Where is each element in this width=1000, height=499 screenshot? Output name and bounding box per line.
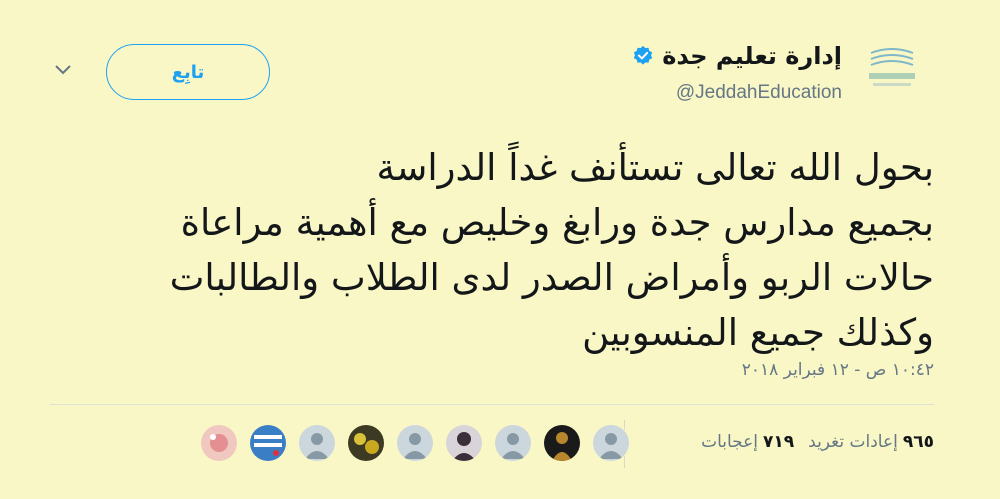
- liker-avatar[interactable]: [298, 424, 336, 462]
- ministry-logo-icon: [869, 48, 915, 86]
- chevron-down-icon[interactable]: [53, 63, 73, 77]
- follow-button[interactable]: تابِع: [106, 44, 270, 100]
- tweet-timestamp[interactable]: ١٠:٤٢ ص - ١٢ فبراير ٢٠١٨: [742, 360, 934, 380]
- author-name[interactable]: إدارة تعليم جدة: [662, 42, 842, 70]
- tweet-text-line: وكذلك جميع المنسوبين: [582, 311, 934, 354]
- user-avatar-icon: [446, 425, 482, 461]
- liker-avatar[interactable]: [249, 424, 287, 462]
- default-avatar-icon: [593, 425, 629, 461]
- user-avatar-icon: [544, 425, 580, 461]
- retweets-count: ٩٦٥: [902, 432, 934, 452]
- user-avatar-icon: [250, 425, 286, 461]
- tweet-text: بحول الله تعالى تستأنف غداً الدراسة بجمي…: [74, 140, 934, 360]
- author-handle[interactable]: @JeddahEducation: [676, 82, 842, 104]
- liker-avatar[interactable]: [396, 424, 434, 462]
- liker-avatar[interactable]: [494, 424, 532, 462]
- user-avatar-icon: [201, 425, 237, 461]
- user-avatar-icon: [348, 425, 384, 461]
- liker-avatar[interactable]: [200, 424, 238, 462]
- likes-stat[interactable]: ٧١٩إعجابات: [701, 432, 794, 452]
- likes-count: ٧١٩: [763, 432, 795, 452]
- tweet-card: إدارة تعليم جدة @JeddahEducation تابِع ب…: [0, 0, 1000, 499]
- retweets-label: إعادات تغريد: [808, 432, 898, 452]
- tweet-text-line: بجميع مدارس جدة ورابغ وخليص مع أهمية مرا…: [180, 201, 934, 244]
- liker-avatar[interactable]: [592, 424, 630, 462]
- tweet-text-line: حالات الربو وأمراض الصدر لدى الطلاب والط…: [169, 256, 934, 299]
- author-name-row: إدارة تعليم جدة: [632, 42, 842, 70]
- default-avatar-icon: [495, 425, 531, 461]
- verified-badge-icon: [634, 45, 653, 65]
- liker-avatar[interactable]: [445, 424, 483, 462]
- default-avatar-icon: [397, 425, 433, 461]
- likers-list: [200, 424, 630, 462]
- default-avatar-icon: [299, 425, 335, 461]
- tweet-text-line: بحول الله تعالى تستأنف غداً الدراسة: [376, 146, 934, 189]
- liker-avatar[interactable]: [347, 424, 385, 462]
- liker-avatar[interactable]: [543, 424, 581, 462]
- tweet-stats: ٩٦٥إعادات تغريد ٧١٩إعجابات: [701, 432, 934, 452]
- author-avatar[interactable]: [852, 40, 932, 100]
- retweets-stat[interactable]: ٩٦٥إعادات تغريد: [808, 432, 934, 452]
- divider: [50, 404, 934, 405]
- likes-label: إعجابات: [701, 432, 758, 452]
